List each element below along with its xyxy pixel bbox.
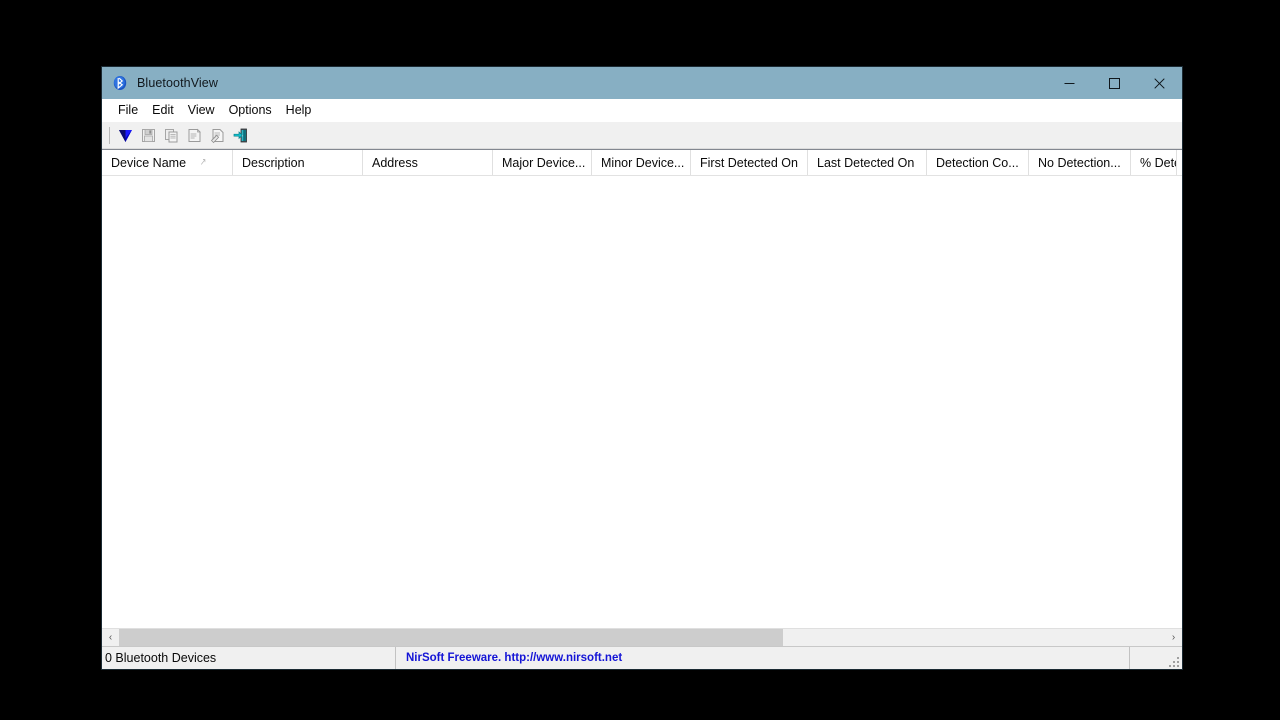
status-nirsoft-link[interactable]: NirSoft Freeware. http://www.nirsoft.net — [396, 647, 1130, 669]
column-label: Description — [242, 155, 305, 170]
sort-ascending-icon: ↗ — [200, 156, 207, 168]
minimize-button[interactable] — [1047, 67, 1092, 99]
column-header-description[interactable]: Description — [233, 150, 363, 175]
toolbar — [102, 122, 1182, 149]
column-label: % Dete — [1140, 155, 1177, 170]
device-rows-area[interactable] — [102, 176, 1182, 628]
bluetoothview-window: BluetoothView File Edit View Options Hel… — [101, 66, 1183, 670]
column-label: First Detected On — [700, 155, 798, 170]
window-controls — [1047, 67, 1182, 99]
column-label: Device Name — [111, 155, 187, 170]
properties-icon — [188, 128, 201, 142]
column-header-device-name[interactable]: Device Name ↗ — [102, 150, 233, 175]
scroll-right-arrow-icon[interactable]: › — [1165, 629, 1182, 646]
title-bar[interactable]: BluetoothView — [102, 67, 1182, 99]
column-label: No Detection... — [1038, 155, 1121, 170]
column-header-percent-detection[interactable]: % Dete — [1131, 150, 1177, 175]
scrollbar-track[interactable] — [119, 629, 1165, 646]
exit-icon — [233, 128, 247, 142]
scrollbar-thumb[interactable] — [119, 629, 784, 646]
toolbar-button-save[interactable] — [137, 124, 160, 146]
html-report-icon — [210, 128, 224, 143]
column-header-last-detected-on[interactable]: Last Detected On — [808, 150, 927, 175]
device-list-view[interactable]: Device Name ↗ Description Address Major … — [102, 149, 1182, 646]
scroll-left-arrow-icon[interactable]: ‹ — [102, 629, 119, 646]
maximize-button[interactable] — [1092, 67, 1137, 99]
column-header-address[interactable]: Address — [363, 150, 493, 175]
status-device-count: 0 Bluetooth Devices — [102, 647, 396, 669]
filter-icon — [119, 129, 132, 142]
toolbar-button-html-report[interactable] — [206, 124, 229, 146]
horizontal-scrollbar[interactable]: ‹ › — [102, 628, 1182, 646]
column-header-major-device-type[interactable]: Major Device... — [493, 150, 592, 175]
column-header-no-detection-counter[interactable]: No Detection... — [1029, 150, 1131, 175]
close-button[interactable] — [1137, 67, 1182, 99]
column-label: Detection Co... — [936, 155, 1019, 170]
column-header-detection-counter[interactable]: Detection Co... — [927, 150, 1029, 175]
column-label: Last Detected On — [817, 155, 915, 170]
column-header-first-detected-on[interactable]: First Detected On — [691, 150, 808, 175]
column-header-row: Device Name ↗ Description Address Major … — [102, 150, 1182, 176]
toolbar-button-copy[interactable] — [160, 124, 183, 146]
column-label: Address — [372, 155, 418, 170]
menu-item-help[interactable]: Help — [279, 101, 319, 120]
toolbar-button-properties[interactable] — [183, 124, 206, 146]
status-grip-panel — [1130, 647, 1182, 669]
nirsoft-link-text[interactable]: NirSoft Freeware. http://www.nirsoft.net — [406, 652, 622, 664]
menu-item-edit[interactable]: Edit — [145, 101, 181, 120]
resize-grip-icon[interactable] — [1167, 655, 1179, 667]
toolbar-button-filter[interactable] — [114, 124, 137, 146]
status-bar: 0 Bluetooth Devices NirSoft Freeware. ht… — [102, 646, 1182, 669]
column-label: Major Device... — [502, 155, 586, 170]
menu-item-view[interactable]: View — [181, 101, 222, 120]
close-icon — [1154, 77, 1165, 89]
toolbar-separator — [109, 126, 110, 144]
menu-item-options[interactable]: Options — [222, 101, 279, 120]
menu-bar: File Edit View Options Help — [102, 99, 1182, 122]
window-title: BluetoothView — [137, 76, 218, 90]
toolbar-button-exit[interactable] — [229, 124, 252, 146]
column-label: Minor Device... — [601, 155, 685, 170]
maximize-icon — [1109, 77, 1120, 89]
minimize-icon — [1064, 82, 1075, 84]
menu-item-file[interactable]: File — [111, 101, 145, 120]
copy-icon — [165, 128, 178, 142]
save-icon — [142, 128, 155, 142]
bluetooth-icon — [112, 75, 128, 91]
column-header-minor-device-type[interactable]: Minor Device... — [592, 150, 691, 175]
